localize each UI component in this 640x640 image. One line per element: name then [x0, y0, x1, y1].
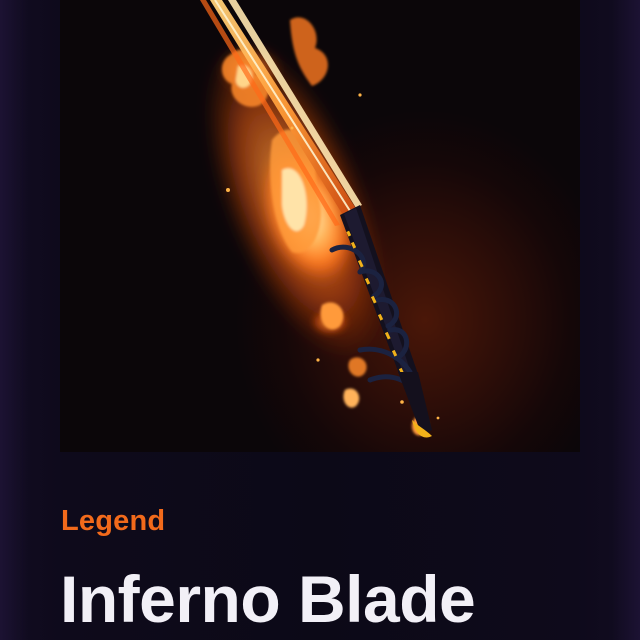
item-artwork: [60, 0, 580, 452]
rarity-label: Legend: [61, 505, 166, 537]
right-panel-edge: [612, 0, 640, 640]
left-panel-edge: [0, 0, 28, 640]
flaming-sword-illustration: [200, 0, 440, 438]
item-detail-card: Legend Inferno Blade: [0, 0, 640, 640]
item-title: Inferno Blade: [60, 562, 476, 636]
